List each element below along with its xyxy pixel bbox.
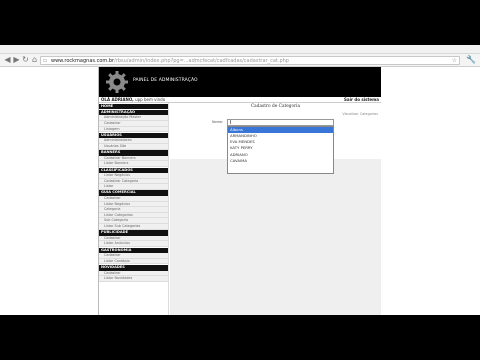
url-host: www.rockmagnas.com.br <box>51 58 115 64</box>
greeting-link[interactable]: upp bem vindo <box>135 97 165 102</box>
autocomplete-option[interactable]: CAVAIMA <box>228 158 333 164</box>
sidebar-item[interactable]: Listar Anúncios <box>99 241 168 247</box>
home-icon[interactable]: ⌂ <box>30 55 39 65</box>
back-icon[interactable]: ◀ <box>3 55 12 65</box>
admin-title: PAINEL DE ADMINISTRAÇÃO <box>133 78 198 83</box>
autocomplete-dropdown[interactable]: Álbuns ARMANDINHO EVA MENDES KATY PERRY ADRI… <box>227 125 334 174</box>
tab-strip <box>0 45 480 54</box>
sidebar-item[interactable]: Listar Cardápio <box>99 258 168 265</box>
view-categories-link[interactable]: Visualizar Categorias <box>342 112 378 116</box>
page-background-left <box>0 67 98 315</box>
admin-page: PAINEL DE ADMINISTRAÇÃO OLÁ ADRIANO, upp… <box>98 67 381 315</box>
sidebar-item[interactable]: Listar Sub Categorias <box>99 224 168 230</box>
sidebar-item[interactable]: Listagem <box>99 126 168 133</box>
sidebar-item[interactable]: Listar <box>99 184 168 190</box>
greeting-text: OLÁ ADRIANO, <box>101 97 134 102</box>
url-path: /rbsu/admin/index.php?pg=...admcfecat/ca… <box>114 58 289 64</box>
page-icon: ▫ <box>43 57 48 64</box>
forward-icon[interactable]: ▶ <box>12 55 21 65</box>
content-background <box>170 159 381 315</box>
sidebar-menu: HOME ADMINISTRAÇÃO Administração Master Cad… <box>99 103 169 315</box>
name-label: Nome: <box>212 120 224 124</box>
sidebar-section-header[interactable]: HOME <box>99 103 168 110</box>
form-title: Cadastro de Categoria <box>250 104 301 109</box>
address-toolbar: ◀ ▶ ↻ ⌂ ▫ www.rockmagnas.com.br/rbsu/adm… <box>0 54 480 67</box>
main-content: Cadastro de Categoria Visualizar Categor… <box>170 103 381 315</box>
sidebar-item[interactable]: Listar Novidades <box>99 276 168 282</box>
page-background-right <box>380 67 480 315</box>
gear-logo-icon <box>106 71 128 93</box>
name-input[interactable]: I <box>227 118 334 126</box>
browser-window: ◀ ▶ ↻ ⌂ ▫ www.rockmagnas.com.br/rbsu/adm… <box>0 45 480 315</box>
url-text: www.rockmagnas.com.br/rbsu/admin/index.p… <box>51 57 289 65</box>
admin-header: PAINEL DE ADMINISTRAÇÃO <box>99 67 381 97</box>
address-bar[interactable]: ▫ www.rockmagnas.com.br/rbsu/admin/index… <box>40 56 460 65</box>
wrench-menu-icon[interactable]: 🔧 <box>466 55 476 65</box>
bookmark-star-icon[interactable]: ☆ <box>452 57 457 65</box>
sidebar-item[interactable]: Usuários Site <box>99 143 168 150</box>
reload-icon[interactable]: ↻ <box>21 55 30 65</box>
sidebar-item[interactable]: Listar Banners <box>99 161 168 167</box>
